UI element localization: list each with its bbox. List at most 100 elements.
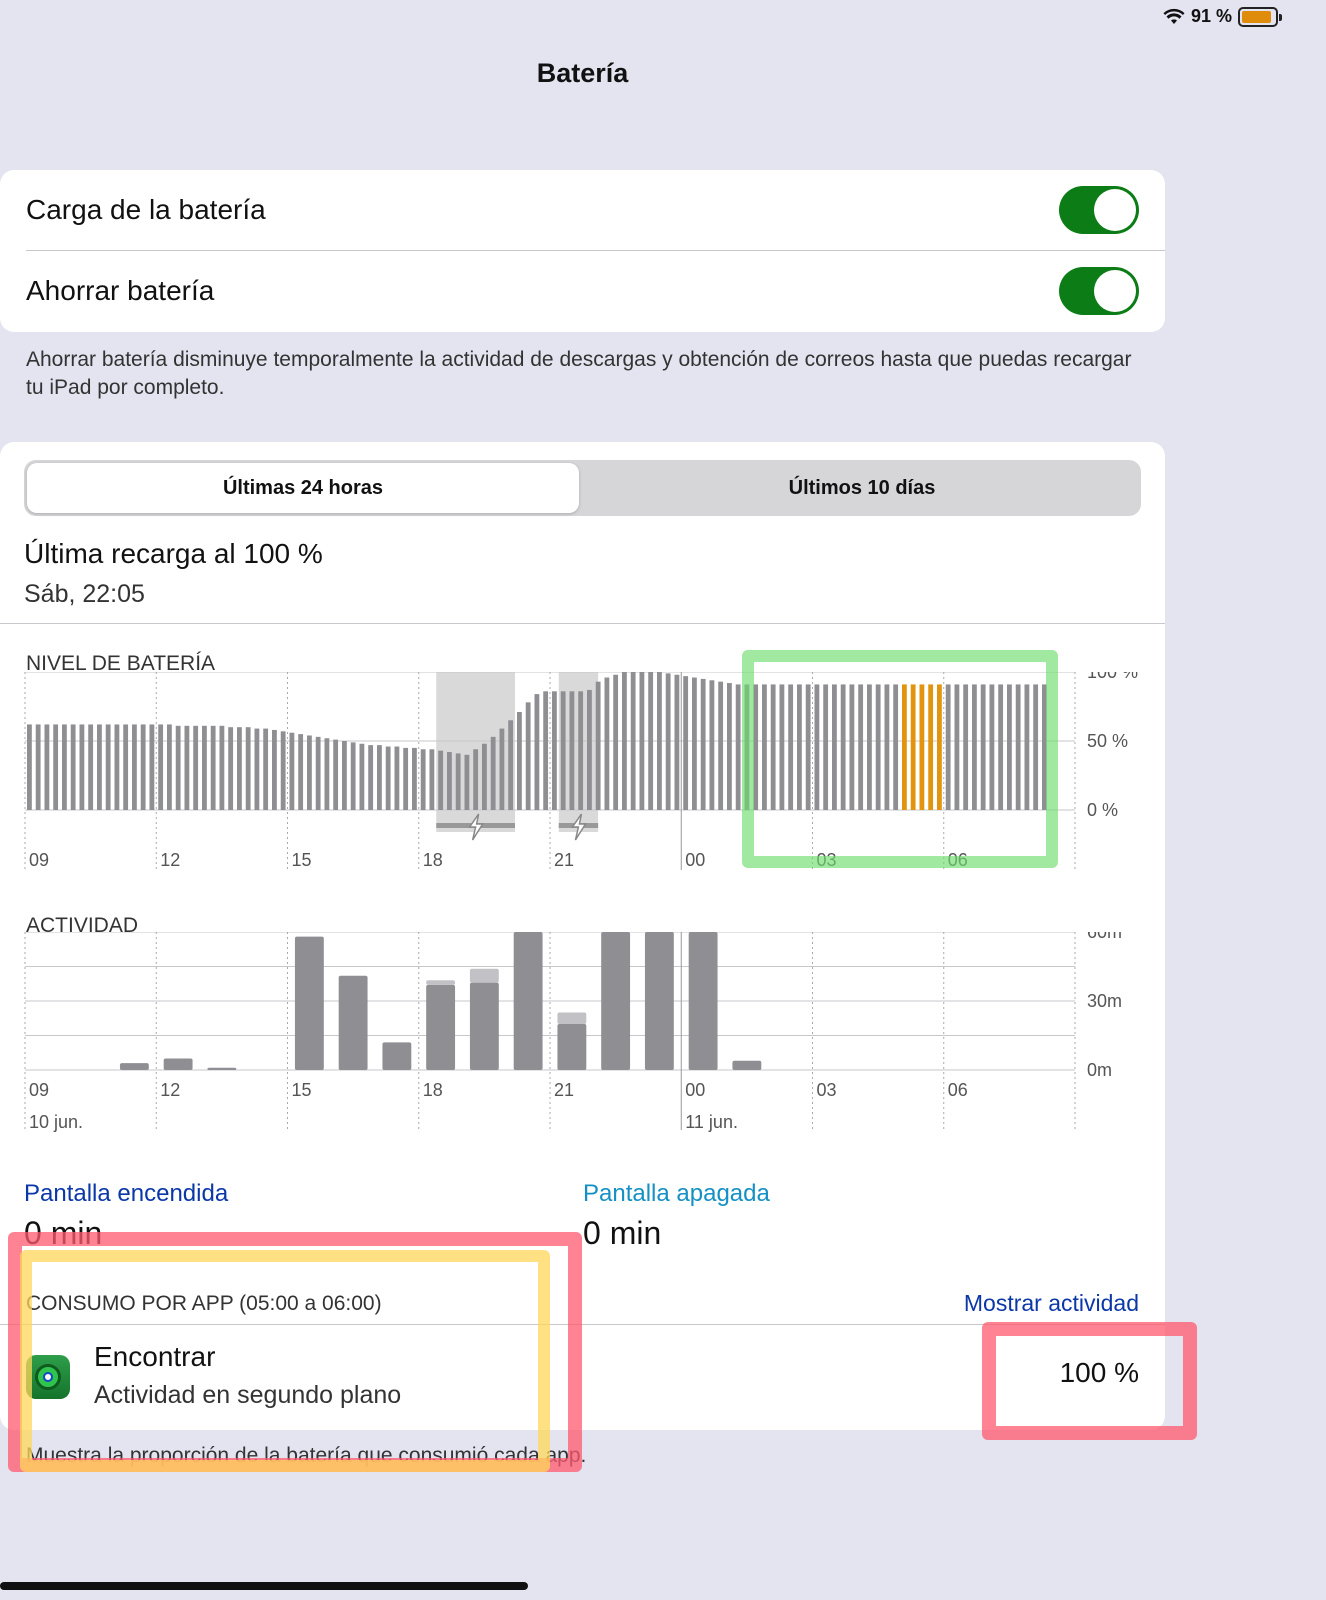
battery-level-bar — [1015, 684, 1021, 810]
battery-level-bar — [438, 750, 444, 810]
battery-level-bar — [595, 681, 601, 810]
battery-level-bar — [149, 724, 155, 810]
x-tick-label: 12 — [160, 850, 180, 870]
x-tick-label: 09 — [29, 1080, 49, 1100]
show-activity-link[interactable]: Mostrar actividad — [964, 1290, 1139, 1317]
battery-level-bar — [937, 684, 942, 810]
battery-level-bar — [753, 684, 759, 810]
activity-bar-screen-on — [338, 975, 368, 1070]
battery-level-bar — [762, 684, 767, 810]
activity-bar-screen-on — [163, 1058, 193, 1070]
app-subtitle: Actividad en segundo plano — [94, 1381, 402, 1409]
battery-level-bar — [79, 724, 85, 810]
battery-level-bar — [27, 724, 32, 810]
page-title: Batería — [536, 58, 629, 88]
battery-level-bar — [237, 727, 242, 810]
battery-level-bar — [517, 712, 522, 810]
activity-bar-screen-on — [688, 932, 718, 1070]
wifi-icon — [1163, 8, 1185, 24]
app-usage-row[interactable]: Encontrar Actividad en segundo plano 100… — [0, 1325, 1165, 1429]
battery-level-bar — [902, 684, 907, 810]
battery-level-bar — [875, 684, 881, 810]
battery-level-bar — [455, 753, 461, 810]
battery-level-bar — [123, 724, 129, 810]
x-tick-label: 09 — [29, 850, 49, 870]
battery-level-bar — [184, 725, 190, 810]
battery-level-bar — [797, 684, 802, 810]
battery-level-bar — [1042, 684, 1047, 810]
activity-bar-screen-on — [513, 932, 543, 1070]
battery-level-bar — [587, 689, 592, 810]
tab-last-10-days[interactable]: Últimos 10 días — [586, 463, 1138, 513]
battery-level-bar — [910, 684, 916, 810]
screen-off-label[interactable]: Pantalla apagada — [583, 1180, 770, 1208]
activity-bar-screen-on — [732, 1060, 762, 1070]
battery-level-bar — [1033, 684, 1039, 810]
x-tick-label: 15 — [292, 1080, 312, 1100]
battery-level-bar — [963, 684, 969, 810]
battery-level-bar — [245, 727, 251, 810]
app-percent: 100 % — [1059, 1357, 1139, 1388]
battery-level-bar — [473, 749, 479, 810]
tab-last-24-hours[interactable]: Últimas 24 horas — [27, 463, 579, 513]
battery-level-bar — [700, 678, 706, 810]
battery-level-bar — [893, 684, 899, 810]
battery-level-bar — [202, 725, 207, 810]
battery-level-bar — [490, 736, 496, 810]
screen-on-label[interactable]: Pantalla encendida — [24, 1180, 228, 1208]
activity-bar-screen-on — [294, 936, 324, 1070]
battery-level-bar — [342, 741, 347, 810]
low-power-row: Ahorrar batería — [0, 251, 1165, 331]
low-power-toggle[interactable] — [1059, 267, 1139, 315]
battery-level-bar — [53, 724, 59, 810]
battery-level-bar — [140, 724, 146, 810]
battery-level-bar — [989, 684, 995, 810]
battery-level-bar — [552, 691, 557, 810]
battery-level-bar — [272, 729, 277, 810]
battery-level-bar — [683, 676, 689, 810]
battery-level-bar — [420, 749, 426, 810]
battery-level-bar — [88, 724, 94, 810]
usage-card: Últimas 24 horas Últimos 10 días Última … — [0, 442, 1165, 1430]
low-power-footnote: Ahorrar batería disminuye temporalmente … — [26, 348, 1132, 399]
battery-level-bar — [97, 724, 102, 810]
y-tick-label: 60m — [1087, 932, 1122, 942]
battery-level-bar — [560, 691, 566, 810]
battery-level-bar — [62, 724, 67, 810]
battery-level-bar — [377, 745, 382, 810]
battery-level-bar — [709, 680, 715, 810]
battery-level-bar — [35, 724, 41, 810]
battery-level-bar — [403, 747, 409, 810]
settings-card: Carga de la batería Ahorrar batería — [0, 170, 1165, 332]
battery-level-bar — [394, 746, 400, 810]
usage-by-app-header: CONSUMO POR APP (05:00 a 06:00) — [26, 1292, 382, 1315]
battery-level-bar — [210, 725, 216, 810]
battery-level-bar — [289, 732, 295, 810]
battery-level-bar — [770, 684, 776, 810]
battery-level-bar — [368, 745, 374, 810]
home-indicator[interactable] — [0, 1582, 528, 1590]
battery-level-bar — [735, 684, 741, 810]
battery-level-bar — [263, 728, 269, 810]
battery-level-bar — [307, 735, 312, 810]
battery-level-bar — [849, 684, 855, 810]
x-tick-label: 03 — [817, 1080, 837, 1100]
battery-level-bar — [1024, 684, 1030, 810]
y-tick-label: 30m — [1087, 991, 1122, 1011]
battery-level-bar — [814, 684, 820, 810]
battery-level-bar — [805, 684, 811, 810]
x-tick-label: 06 — [948, 850, 968, 870]
battery-level-bar — [727, 683, 732, 810]
battery-percentage-label: Carga de la batería — [26, 194, 266, 225]
battery-level-bar — [1007, 684, 1012, 810]
app-name: Encontrar — [94, 1341, 216, 1372]
battery-level-bar — [613, 674, 619, 810]
activity-bar-screen-on — [557, 1024, 587, 1070]
battery-level-bar — [385, 746, 391, 810]
battery-level-bar — [945, 684, 951, 810]
x-tick-label: 15 — [292, 850, 312, 870]
battery-level-bar — [630, 672, 636, 810]
battery-percentage-toggle[interactable] — [1059, 186, 1139, 234]
find-my-icon — [26, 1355, 70, 1399]
battery-level-bar — [324, 738, 330, 810]
